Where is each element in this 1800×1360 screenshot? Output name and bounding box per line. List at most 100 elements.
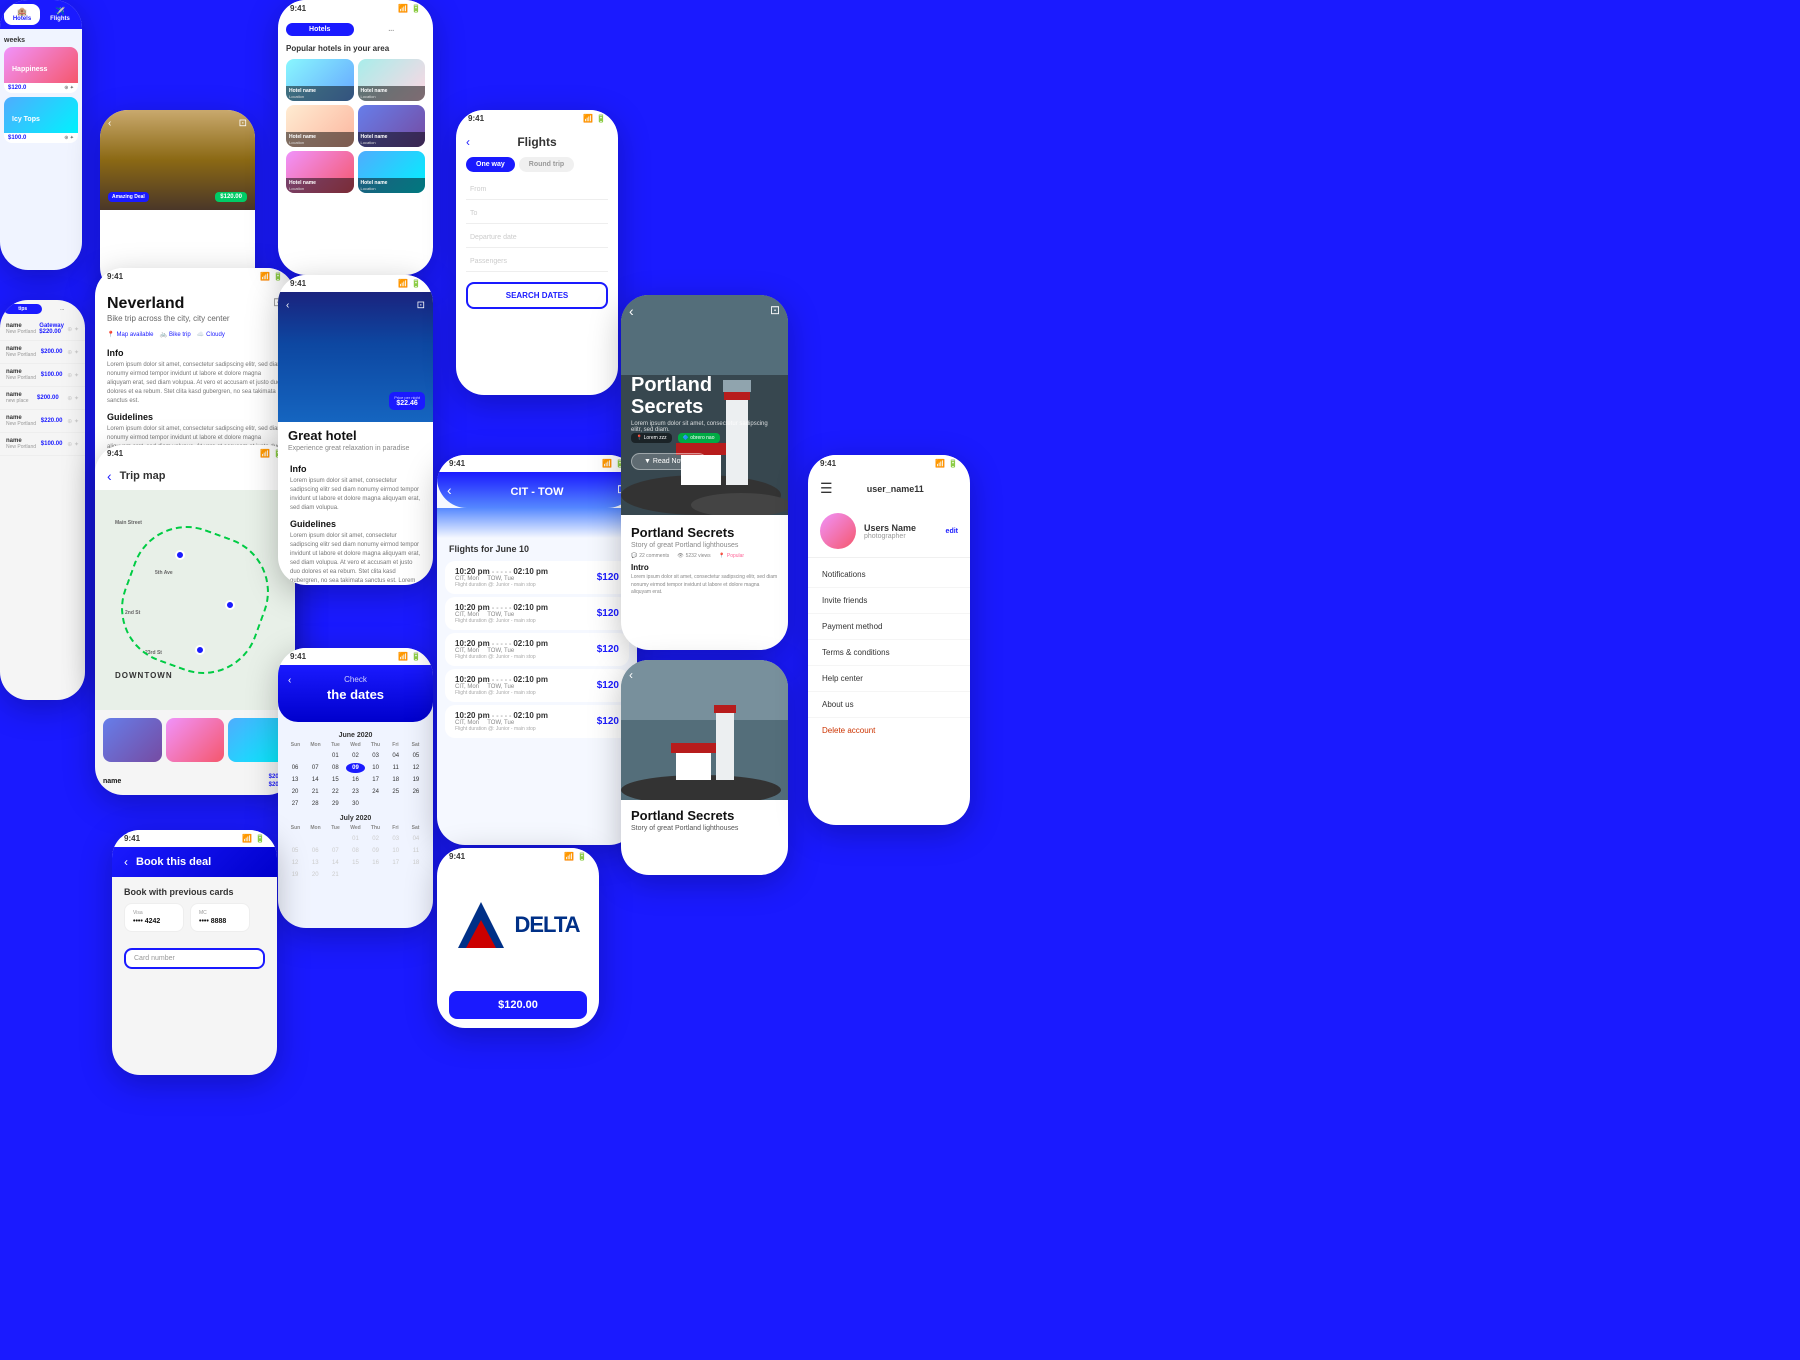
read-more-btn[interactable]: ▼ Read Now ▼: [631, 453, 707, 470]
dest-item-5[interactable]: name New Portland $220.00 ⊕ ✦: [0, 410, 85, 433]
hotel-card-footer-2: Hotel name Location: [358, 86, 426, 101]
istanbul-expand-btn[interactable]: ⊡: [239, 118, 247, 129]
flights-for-label: Flights for June 10: [437, 538, 637, 558]
june-month-label: June 2020: [286, 732, 425, 739]
to-field[interactable]: To: [466, 204, 608, 224]
map-pin-1: [175, 550, 185, 560]
neverland-header: Neverland Bike trip across the city, cit…: [95, 285, 295, 327]
hotel-card-3[interactable]: Hotel name Location: [286, 105, 354, 147]
from-field[interactable]: From: [466, 180, 608, 200]
dest-tab-tips[interactable]: tips: [4, 304, 42, 314]
cit-back-btn[interactable]: ‹: [447, 482, 452, 498]
delta-logo: DELTA: [456, 900, 579, 950]
delta-price-btn[interactable]: $120.00: [449, 991, 587, 1019]
portland-photo-expand-btn[interactable]: ⊡: [770, 303, 780, 317]
hotels-status-bar: 9:41 📶🔋: [278, 0, 433, 17]
calendar-back-btn[interactable]: ‹: [288, 675, 291, 686]
hotel-card-4[interactable]: Hotel name Location: [358, 105, 426, 147]
phone-flights-list: 9:41 📶🔋 ‹ ⊡ CIT - TOW Flights for June 1…: [437, 455, 637, 845]
price-per-night-badge: Price per night $22.46: [389, 392, 425, 410]
menu-payment[interactable]: Payment method: [808, 614, 970, 640]
dates-label: the dates: [288, 687, 423, 702]
week-card-price-1: $120.0: [8, 85, 26, 91]
info-text: Lorem ipsum dolor sit amet, consectetur …: [95, 361, 295, 406]
menu-notifications[interactable]: Notifications: [808, 562, 970, 588]
weeks-label: weeks: [4, 37, 78, 44]
round-trip-tab[interactable]: Round trip: [519, 157, 574, 172]
price-badge: $120.00: [215, 192, 247, 202]
tab-hotels[interactable]: Hotels: [286, 23, 354, 36]
portland-photo-back-btn[interactable]: ‹: [629, 303, 634, 319]
intro-text: Lorem ipsum dolor sit amet, consectetur …: [631, 574, 778, 597]
flights-back-btn[interactable]: ‹: [466, 135, 470, 149]
footer-name: name: [103, 778, 121, 785]
flight-price-2: $120: [597, 608, 619, 619]
one-way-tab[interactable]: One way: [466, 157, 515, 172]
comments-count: 💬 22 comments: [631, 553, 669, 559]
phone-destinations-list: tips ... name New Portland Gateway $220.…: [0, 300, 85, 700]
week-card-1[interactable]: Happiness $120.0 ⊕ ✦: [4, 47, 78, 93]
dest-item-2[interactable]: name New Portland $200.00 ⊕ ✦: [0, 341, 85, 364]
dest-item-3[interactable]: name New Portland $100.00 ⊕ ✦: [0, 364, 85, 387]
card-number-input[interactable]: Card number: [124, 948, 265, 969]
book-card-2[interactable]: MC •••• 8888: [190, 903, 250, 932]
phone-portland-photo: ‹ ⊡ Portland Secrets Lorem ipsum dolor s…: [621, 295, 788, 650]
nav-hotels[interactable]: 🏨 Hotels: [4, 4, 40, 25]
passengers-field[interactable]: Passengers: [466, 252, 608, 272]
great-hotel-info-text: Lorem ipsum dolor sit amet, consectetur …: [278, 477, 433, 513]
great-hotel-back-btn[interactable]: ‹: [286, 300, 289, 311]
great-hotel-guidelines-title: Guidelines: [278, 513, 433, 532]
flight-row-4[interactable]: 10:20 pm - - - - - 02:10 pm CIT, Mon TOW…: [445, 669, 629, 702]
great-hotel-subtitle: Experience great relaxation in paradise: [278, 445, 433, 458]
flight-row-2[interactable]: 10:20 pm - - - - - 02:10 pm CIT, Mon TOW…: [445, 597, 629, 630]
hotel-card-6[interactable]: Hotel name Location: [358, 151, 426, 193]
book-deal-back-btn[interactable]: ‹: [124, 855, 128, 869]
phone-delta: 9:41 📶🔋 DELTA $120.00: [437, 848, 599, 1028]
portland-article-subtitle: Story of great Portland lighthouses: [631, 542, 778, 549]
portland2-back-btn[interactable]: ‹: [629, 668, 633, 682]
search-dates-btn[interactable]: SEARCH DATES: [466, 282, 608, 309]
istanbul-image: ‹ ⊡ Amazing Deal $120.00: [100, 110, 255, 210]
dest-item-6[interactable]: name New Portland $100.00 ⊕ ✦: [0, 433, 85, 456]
dest-item-4[interactable]: name new place $200.00 ⊕ ✦: [0, 387, 85, 410]
tab-more[interactable]: ...: [358, 23, 426, 36]
menu-terms[interactable]: Terms & conditions: [808, 640, 970, 666]
photo-strip: [95, 710, 295, 770]
flight-row-3[interactable]: 10:20 pm - - - - - 02:10 pm CIT, Mon TOW…: [445, 633, 629, 666]
phone-user-profile: 9:41 📶🔋 ☰ user_name11 Users Name photogr…: [808, 455, 970, 825]
book-deal-header: ‹ Book this deal: [112, 847, 277, 877]
map-header: ‹ Trip map: [95, 462, 295, 490]
cit-route: CIT - TOW: [447, 482, 627, 498]
hotel-card-2[interactable]: Hotel name Location: [358, 59, 426, 101]
book-card-1[interactable]: Visa •••• 4242: [124, 903, 184, 932]
views-count: 👁 5232 views: [677, 553, 710, 559]
map-pin-3: [195, 645, 205, 655]
departure-field[interactable]: Departure date: [466, 228, 608, 248]
hotel-card-5[interactable]: Hotel name Location: [286, 151, 354, 193]
portland2-image: ‹: [621, 660, 788, 800]
downtown-label: DOWNTOWN: [115, 671, 173, 680]
phone-calendar: 9:41 📶🔋 ‹ Check the dates June 2020 Sun …: [278, 648, 433, 928]
intro-title: Intro: [631, 563, 778, 572]
hotel-card-1[interactable]: Hotel name Location: [286, 59, 354, 101]
hamburger-icon[interactable]: ☰: [820, 480, 833, 497]
dest-item-1[interactable]: name New Portland Gateway $220.00 ⊕ ✦: [0, 318, 85, 341]
dest-tab-more[interactable]: ...: [44, 304, 82, 314]
photo-2: [166, 718, 225, 762]
menu-delete[interactable]: Delete account: [808, 718, 970, 743]
portland-tag-2: 🔷 obrero nao: [678, 433, 720, 443]
istanbul-back-btn[interactable]: ‹: [108, 118, 111, 129]
great-hotel-expand-btn[interactable]: ⊡: [417, 300, 425, 311]
flight-row-5[interactable]: 10:20 pm - - - - - 02:10 pm CIT, Mon TOW…: [445, 705, 629, 738]
menu-invite[interactable]: Invite friends: [808, 588, 970, 614]
menu-help[interactable]: Help center: [808, 666, 970, 692]
flight-row-1[interactable]: 10:20 pm - - - - - 02:10 pm CIT, Mon TOW…: [445, 561, 629, 594]
week-card-2[interactable]: Icy Tops $100.0 ⊕ ✦: [4, 97, 78, 143]
edit-profile-btn[interactable]: edit: [946, 528, 958, 535]
nav-flights[interactable]: ✈️ Flights: [42, 4, 78, 25]
menu-about[interactable]: About us: [808, 692, 970, 718]
map-back-btn[interactable]: ‹: [107, 468, 112, 484]
week-card-price-2: $100.0: [8, 135, 26, 141]
profile-role: photographer: [864, 533, 938, 540]
profile-status-bar: 9:41 📶🔋: [808, 455, 970, 472]
